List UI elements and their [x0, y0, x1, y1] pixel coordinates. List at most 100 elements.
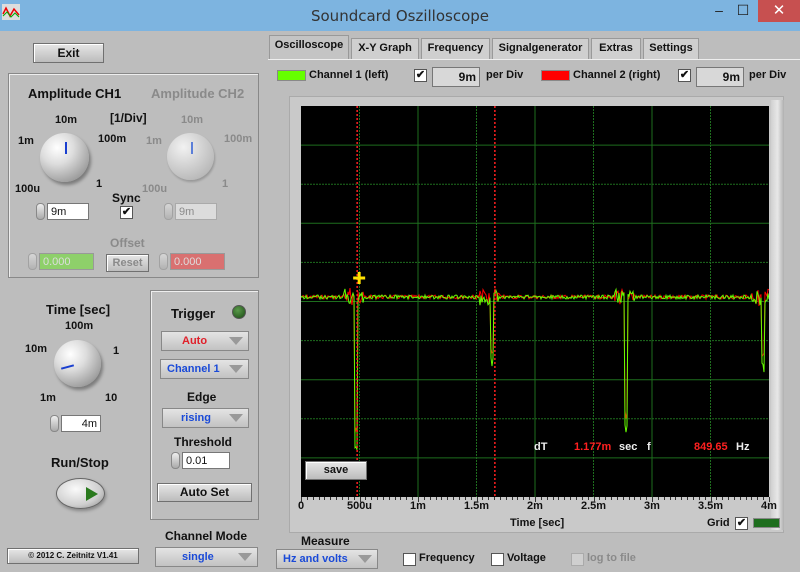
ch2-amplitude-knob[interactable]: [167, 133, 214, 180]
sync-checkbox[interactable]: ✔: [120, 206, 133, 219]
offset-ch1-spinner[interactable]: [28, 253, 37, 270]
x-axis-tick: [306, 497, 308, 500]
oscilloscope-plot[interactable]: [301, 106, 769, 497]
sync-label: Sync: [112, 191, 141, 205]
ch2-tick-10m: 10m: [181, 114, 204, 126]
x-axis-tick: [365, 497, 367, 500]
ch1-enable-checkbox[interactable]: ✔: [414, 69, 427, 82]
x-axis-tick: [581, 497, 583, 500]
grid-color-swatch[interactable]: [753, 518, 780, 528]
amplitude-ch2-title: Amplitude CH2: [151, 86, 245, 101]
tab-extras[interactable]: Extras: [591, 38, 641, 59]
offset-reset-button[interactable]: Reset: [106, 254, 149, 272]
ch2-enable-checkbox[interactable]: ✔: [678, 69, 691, 82]
ch1-per-div-input[interactable]: 9m: [432, 67, 480, 87]
x-axis-tick: [388, 497, 390, 500]
trigger-mode-dropdown[interactable]: Auto: [161, 331, 249, 351]
edge-label: Edge: [187, 390, 217, 404]
minimize-button[interactable]: –: [708, 0, 730, 22]
ch2-color-swatch[interactable]: [541, 70, 570, 81]
threshold-input[interactable]: 0.01: [182, 452, 230, 469]
time-tick-1m: 1m: [40, 392, 56, 404]
time-title: Time [sec]: [46, 302, 111, 317]
tab-settings[interactable]: Settings: [643, 38, 699, 59]
ch2-amplitude-input[interactable]: 9m: [175, 203, 217, 220]
x-axis-tick: [511, 497, 513, 500]
x-axis-tick: [423, 497, 425, 500]
x-axis-tick: [687, 497, 689, 500]
time-tick-1: 1: [113, 345, 120, 357]
ch1-amplitude-knob[interactable]: [40, 133, 89, 182]
offset-ch2-input[interactable]: 0.000: [170, 253, 225, 270]
ch2-tick-100m: 100m: [224, 133, 253, 145]
plot-scrollbar[interactable]: [771, 100, 784, 530]
offset-ch1-input[interactable]: 0.000: [39, 253, 94, 270]
frequency-label: Frequency: [419, 552, 475, 564]
ch2-amplitude-spinner[interactable]: [164, 203, 173, 220]
measure-mode-dropdown[interactable]: Hz and volts: [276, 549, 378, 569]
x-axis-label: Time [sec]: [510, 517, 565, 529]
x-axis-tick: [587, 497, 589, 500]
x-axis-tick: [611, 497, 613, 500]
time-tick-10: 10: [105, 392, 118, 404]
time-knob[interactable]: [54, 340, 101, 387]
ch1-tick-100u: 100u: [15, 183, 41, 195]
x-axis-tick: [353, 497, 355, 500]
trigger-title: Trigger: [171, 306, 216, 321]
channel-mode-dropdown[interactable]: single: [155, 547, 258, 567]
x-axis-tick: [628, 497, 630, 500]
x-axis-tick: [301, 497, 302, 502]
exit-button[interactable]: Exit: [33, 43, 104, 63]
run-stop-button[interactable]: [56, 478, 105, 509]
ch2-per-div-input[interactable]: 9m: [696, 67, 744, 87]
ch1-amplitude-input[interactable]: 9m: [47, 203, 89, 220]
x-axis-tick: [464, 497, 466, 500]
offset-ch2-spinner[interactable]: [159, 253, 168, 270]
grid-checkbox[interactable]: ✔: [735, 517, 748, 530]
voltage-checkbox[interactable]: [491, 553, 504, 566]
log-to-file-checkbox[interactable]: [571, 553, 584, 566]
ch1-amplitude-spinner[interactable]: [36, 203, 45, 220]
threshold-label: Threshold: [174, 435, 233, 449]
dt-label: dT: [534, 441, 548, 453]
cursor-crosshair-icon: [353, 272, 366, 284]
ch1-per-div-label: per Div: [486, 69, 524, 81]
measure-title: Measure: [301, 534, 350, 548]
tab-xy-graph[interactable]: X-Y Graph: [351, 38, 419, 59]
maximize-button[interactable]: ☐: [732, 0, 754, 22]
trigger-edge-dropdown[interactable]: rising: [162, 408, 249, 428]
time-spinner[interactable]: [50, 415, 59, 432]
x-axis-tick: [652, 497, 653, 502]
x-axis-tick: [605, 497, 607, 500]
run-stop-label: Run/Stop: [51, 455, 109, 470]
window-title: Soundcard Oszilloscope: [310, 7, 490, 25]
f-unit: Hz: [736, 441, 750, 453]
close-button[interactable]: ✕: [758, 0, 800, 22]
measure-mode-value: Hz and volts: [283, 553, 348, 565]
x-axis-tick: [663, 497, 665, 500]
tab-oscilloscope[interactable]: Oscilloscope: [269, 35, 349, 60]
x-axis-tick: [382, 497, 384, 500]
threshold-spinner[interactable]: [171, 452, 180, 469]
x-axis-tick: [570, 497, 572, 500]
x-axis-tick: [494, 497, 496, 500]
ch1-tick-10m: 10m: [55, 114, 78, 126]
x-axis-tick: [692, 497, 694, 500]
tab-frequency[interactable]: Frequency: [421, 38, 490, 59]
x-axis-tick: [722, 497, 724, 500]
x-axis-tick: [757, 497, 759, 500]
x-axis-tick: [646, 497, 648, 500]
auto-set-button[interactable]: Auto Set: [157, 483, 252, 502]
ch1-color-swatch[interactable]: [277, 70, 306, 81]
x-axis-tick: [394, 497, 396, 500]
chevron-down-icon: [238, 553, 252, 561]
ch1-tick-100m: 100m: [98, 133, 127, 145]
x-axis-tick: [412, 497, 414, 500]
save-button[interactable]: save: [305, 461, 367, 480]
time-input[interactable]: 4m: [61, 415, 101, 432]
trigger-channel-dropdown[interactable]: Channel 1: [160, 359, 249, 379]
x-axis-tick: [540, 497, 542, 500]
tab-signalgenerator[interactable]: Signalgenerator: [492, 38, 589, 59]
frequency-checkbox[interactable]: [403, 553, 416, 566]
channel-mode-label: Channel Mode: [165, 529, 248, 543]
